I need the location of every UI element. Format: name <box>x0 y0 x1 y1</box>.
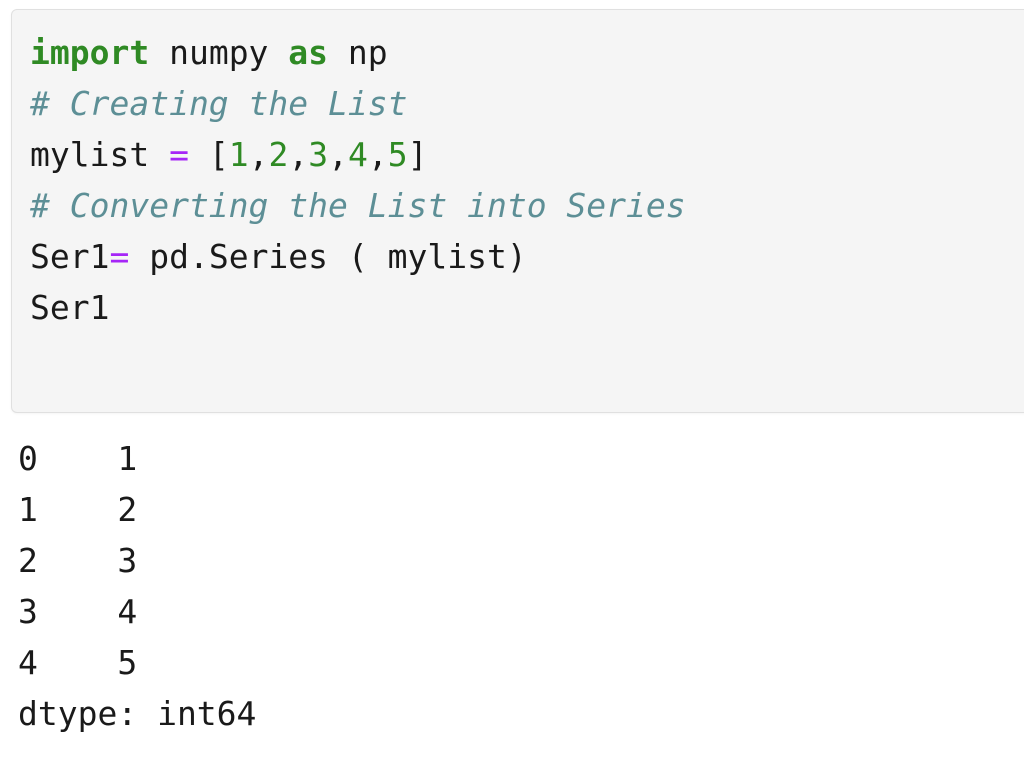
output-line: 4 5 <box>18 643 138 682</box>
code-token-kw: import <box>30 33 150 72</box>
code-line: # Converting the List into Series <box>30 180 1024 231</box>
code-token-plain: Ser1 <box>30 237 110 276</box>
code-token-kw: as <box>288 33 329 72</box>
output-line: 1 2 <box>18 490 138 529</box>
code-line: Ser1 <box>30 282 1024 333</box>
output-line: 0 1 <box>18 439 138 478</box>
code-token-plain: pd.Series ( mylist) <box>129 237 527 276</box>
code-token-plain: [ <box>188 135 229 174</box>
code-token-op: = <box>169 135 189 174</box>
output-line: 2 3 <box>18 541 138 580</box>
code-token-plain: , <box>248 135 269 174</box>
code-token-num: 5 <box>387 135 408 174</box>
code-token-plain: , <box>367 135 388 174</box>
code-token-num: 2 <box>268 135 289 174</box>
code-token-plain: mylist <box>30 135 170 174</box>
code-token-plain: ] <box>407 135 428 174</box>
code-token-num: 3 <box>308 135 329 174</box>
code-token-plain: Ser1 <box>30 288 110 327</box>
code-token-num: 1 <box>228 135 249 174</box>
code-token-num: 4 <box>347 135 368 174</box>
code-token-plain: numpy <box>149 33 289 72</box>
code-cell[interactable]: import numpy as np # Creating the List myl… <box>11 9 1024 413</box>
code-token-plain: np <box>328 33 388 72</box>
code-token-comment: # Converting the List into Series <box>30 186 686 225</box>
notebook-page: import numpy as np # Creating the List myl… <box>0 0 1024 763</box>
code-line: Ser1= pd.Series ( mylist) <box>30 231 1024 282</box>
code-token-op: = <box>109 237 130 276</box>
code-line: mylist = [1,2,3,4,5] <box>30 129 1024 180</box>
code-editor[interactable]: import numpy as np # Creating the List myl… <box>30 27 1024 333</box>
output-line: dtype: int64 <box>18 694 257 733</box>
code-line: # Creating the List <box>30 78 1024 129</box>
code-line: import numpy as np <box>30 27 1024 78</box>
code-token-comment: # Creating the List <box>30 84 408 123</box>
output-line: 3 4 <box>18 592 138 631</box>
cell-output: 0 1 1 2 2 3 3 4 4 5 dtype: int64 <box>18 433 1024 739</box>
code-token-plain: , <box>288 135 309 174</box>
code-token-plain: , <box>328 135 348 174</box>
